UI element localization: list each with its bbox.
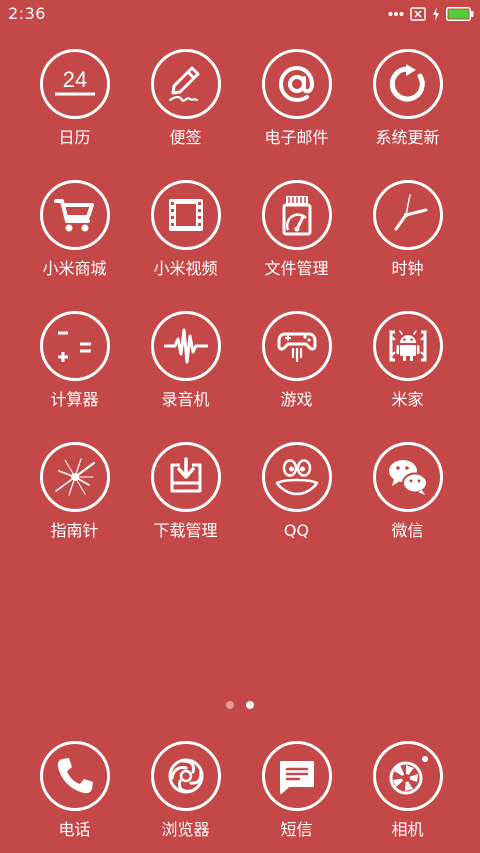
app-clock[interactable]: 时钟 bbox=[352, 180, 463, 311]
shopping-cart-icon-circle bbox=[39, 180, 110, 250]
video-icon-circle bbox=[150, 180, 221, 250]
video-icon bbox=[168, 199, 203, 231]
camera-icon bbox=[389, 756, 428, 795]
app-grid: 24 日历 便签 电子邮件 系统更新 小米商城 小米视频 文件管理 时钟 计算器… bbox=[19, 49, 463, 573]
wechat-icon bbox=[388, 460, 428, 495]
app-label: QQ bbox=[283, 521, 310, 540]
download-icon bbox=[170, 457, 201, 493]
app-mi-store[interactable]: 小米商城 bbox=[19, 180, 130, 311]
app-label: 计算器 bbox=[50, 390, 99, 409]
app-label: 短信 bbox=[280, 820, 313, 839]
app-label: 录音机 bbox=[161, 390, 210, 409]
recorder-icon-circle bbox=[150, 311, 221, 381]
app-label: 系统更新 bbox=[375, 128, 440, 147]
sms-icon-circle bbox=[261, 741, 332, 811]
email-icon bbox=[278, 65, 314, 103]
clock-icon-circle bbox=[372, 180, 443, 250]
qq-icon-circle bbox=[261, 442, 332, 512]
system-update-icon-circle bbox=[372, 49, 443, 119]
compass-icon-circle bbox=[39, 442, 110, 512]
calculator-icon-circle bbox=[39, 311, 110, 381]
app-label: 日历 bbox=[58, 128, 91, 147]
file-manager-icon bbox=[282, 196, 311, 236]
page-dot-current[interactable] bbox=[246, 701, 254, 709]
system-update-icon bbox=[389, 64, 425, 102]
app-camera[interactable]: 相机 bbox=[352, 741, 463, 840]
app-label: 电子邮件 bbox=[264, 128, 329, 147]
dock: 电话 浏览器 短信 相机 bbox=[19, 741, 463, 840]
status-bar: 2:36 bbox=[0, 0, 480, 28]
app-compass[interactable]: 指南针 bbox=[19, 442, 130, 573]
browser-icon-circle bbox=[150, 741, 221, 811]
clock-icon bbox=[394, 194, 427, 231]
email-icon-circle bbox=[261, 49, 332, 119]
download-icon-circle bbox=[150, 442, 221, 512]
phone-icon-circle bbox=[39, 741, 110, 811]
app-browser[interactable]: 浏览器 bbox=[130, 741, 241, 840]
camera-icon-circle bbox=[372, 741, 443, 811]
wechat-icon-circle bbox=[372, 442, 443, 512]
app-label: 电话 bbox=[58, 820, 91, 839]
app-calculator[interactable]: 计算器 bbox=[19, 311, 130, 442]
charging-icon bbox=[433, 7, 439, 21]
app-label: 微信 bbox=[391, 521, 424, 540]
app-wechat[interactable]: 微信 bbox=[352, 442, 463, 573]
app-file-manager[interactable]: 文件管理 bbox=[241, 180, 352, 311]
app-label: 游戏 bbox=[280, 390, 313, 409]
status-time: 2:36 bbox=[8, 4, 46, 23]
no-sim-icon bbox=[410, 7, 426, 21]
app-recorder[interactable]: 录音机 bbox=[130, 311, 241, 442]
app-label: 文件管理 bbox=[264, 259, 329, 278]
page-dot[interactable] bbox=[226, 701, 234, 709]
app-label: 浏览器 bbox=[161, 820, 210, 839]
page-indicator[interactable] bbox=[0, 701, 480, 709]
app-label: 指南针 bbox=[50, 521, 99, 540]
notes-icon bbox=[168, 66, 199, 102]
app-email[interactable]: 电子邮件 bbox=[241, 49, 352, 180]
app-label: 小米商城 bbox=[42, 259, 107, 278]
recorder-icon bbox=[163, 328, 208, 364]
app-label: 小米视频 bbox=[153, 259, 218, 278]
qq-icon bbox=[275, 459, 318, 496]
app-label: 便签 bbox=[169, 128, 202, 147]
sms-icon bbox=[279, 761, 314, 794]
compass-icon bbox=[54, 458, 95, 496]
app-mi-video[interactable]: 小米视频 bbox=[130, 180, 241, 311]
app-label: 时钟 bbox=[391, 259, 424, 278]
app-system-update[interactable]: 系统更新 bbox=[352, 49, 463, 180]
notes-icon-circle bbox=[150, 49, 221, 119]
calendar-date: 24 bbox=[62, 67, 86, 92]
app-label: 相机 bbox=[391, 820, 424, 839]
app-sms[interactable]: 短信 bbox=[241, 741, 352, 840]
shopping-cart-icon bbox=[53, 199, 94, 232]
gamepad-icon bbox=[277, 332, 316, 363]
mijia-icon bbox=[389, 330, 426, 362]
app-download-manager[interactable]: 下载管理 bbox=[130, 442, 241, 573]
phone-icon bbox=[57, 758, 93, 794]
more-notifications-icon bbox=[388, 12, 404, 16]
app-calendar[interactable]: 24 日历 bbox=[19, 49, 130, 180]
app-mijia[interactable]: 米家 bbox=[352, 311, 463, 442]
calculator-icon bbox=[57, 331, 91, 362]
browser-icon bbox=[168, 758, 203, 794]
gamepad-icon-circle bbox=[261, 311, 332, 381]
file-manager-icon-circle bbox=[261, 180, 332, 250]
status-icons bbox=[388, 5, 474, 23]
app-phone[interactable]: 电话 bbox=[19, 741, 130, 840]
app-games[interactable]: 游戏 bbox=[241, 311, 352, 442]
app-label: 米家 bbox=[391, 390, 424, 409]
mijia-icon-circle bbox=[372, 311, 443, 381]
app-qq[interactable]: QQ bbox=[241, 442, 352, 573]
battery-icon bbox=[446, 7, 474, 21]
app-notes[interactable]: 便签 bbox=[130, 49, 241, 180]
calendar-icon: 24 bbox=[54, 67, 95, 96]
app-label: 下载管理 bbox=[153, 521, 218, 540]
calendar-icon-circle: 24 bbox=[39, 49, 110, 119]
